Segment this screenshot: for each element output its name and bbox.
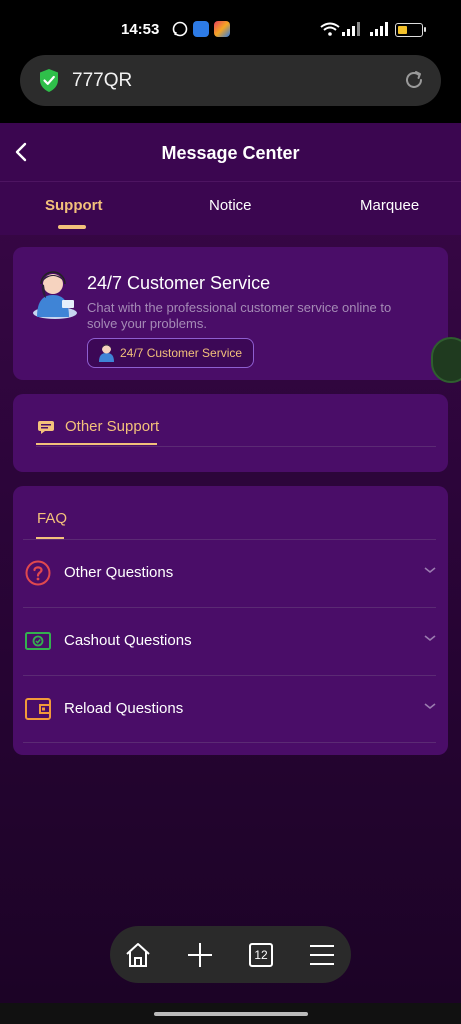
cash-icon — [25, 632, 51, 650]
wifi-icon — [320, 22, 340, 41]
tab-bar: Support Notice Marquee — [0, 181, 461, 235]
notification-icons — [172, 21, 230, 37]
faq-item-label: Other Questions — [64, 564, 174, 581]
customer-service-button-label: 24/7 Customer Service — [120, 346, 243, 360]
faq-tab[interactable]: FAQ — [37, 510, 67, 527]
reload-icon[interactable] — [403, 69, 425, 91]
status-time: 14:53 — [121, 21, 160, 38]
support-agent-icon — [99, 344, 114, 362]
tab-support[interactable]: Support — [45, 197, 103, 214]
menu-icon[interactable] — [307, 940, 337, 970]
support-agent-avatar — [33, 271, 77, 319]
other-support-tab[interactable]: Other Support — [65, 418, 159, 435]
header: Message Center — [0, 123, 461, 181]
other-support-underline — [36, 443, 157, 445]
status-bar: 14:53 — [0, 0, 461, 48]
faq-item-label: Cashout Questions — [64, 632, 192, 649]
customer-service-title: 24/7 Customer Service — [87, 273, 271, 293]
customer-service-button[interactable]: 24/7 Customer Service — [87, 338, 254, 368]
chevron-down-icon — [424, 567, 436, 574]
faq-item-cashout-questions[interactable]: Cashout Questions — [23, 608, 436, 674]
tab-notice[interactable]: Notice — [209, 197, 252, 214]
plus-icon[interactable] — [185, 940, 215, 970]
chevron-down-icon — [424, 703, 436, 710]
photos-app-icon — [214, 21, 230, 37]
customer-service-description: Chat with the professional customer serv… — [87, 300, 392, 331]
app-content: Message Center Support Notice Marquee 24… — [0, 123, 461, 1003]
divider — [23, 742, 436, 743]
floating-side-button[interactable] — [431, 337, 461, 383]
whatsapp-icon — [172, 21, 188, 37]
message-icon — [38, 421, 54, 434]
page-title: Message Center — [161, 143, 300, 163]
tab-marquee[interactable]: Marquee — [360, 197, 419, 214]
browser-app-icon — [193, 21, 209, 37]
tabs-icon[interactable]: 12 — [246, 940, 276, 970]
customer-service-card: 24/7 Customer Service Chat with the prof… — [13, 247, 448, 380]
chevron-down-icon — [424, 635, 436, 642]
faq-item-other-questions[interactable]: Other Questions — [23, 540, 436, 606]
other-support-card: Other Support — [13, 394, 448, 472]
home-indicator[interactable] — [154, 1012, 308, 1016]
address-bar[interactable]: 777QR — [20, 55, 441, 106]
shield-icon — [40, 69, 58, 92]
tab-count: 12 — [249, 943, 273, 967]
url-text[interactable]: 777QR — [72, 70, 132, 92]
faq-item-label: Reload Questions — [64, 700, 184, 717]
tab-active-indicator — [58, 225, 86, 229]
home-icon[interactable] — [123, 940, 153, 970]
faq-item-reload-questions[interactable]: Reload Questions — [23, 676, 436, 742]
faq-card: FAQ Other Questions Cashout Questions Re… — [13, 486, 448, 755]
wallet-icon — [25, 698, 51, 720]
browser-bottom-nav: 12 — [110, 926, 351, 983]
divider — [36, 446, 436, 447]
question-circle-icon — [25, 560, 51, 586]
battery-icon — [395, 23, 426, 37]
signal-icon-1 — [342, 22, 360, 41]
signal-icon-2 — [370, 22, 388, 41]
